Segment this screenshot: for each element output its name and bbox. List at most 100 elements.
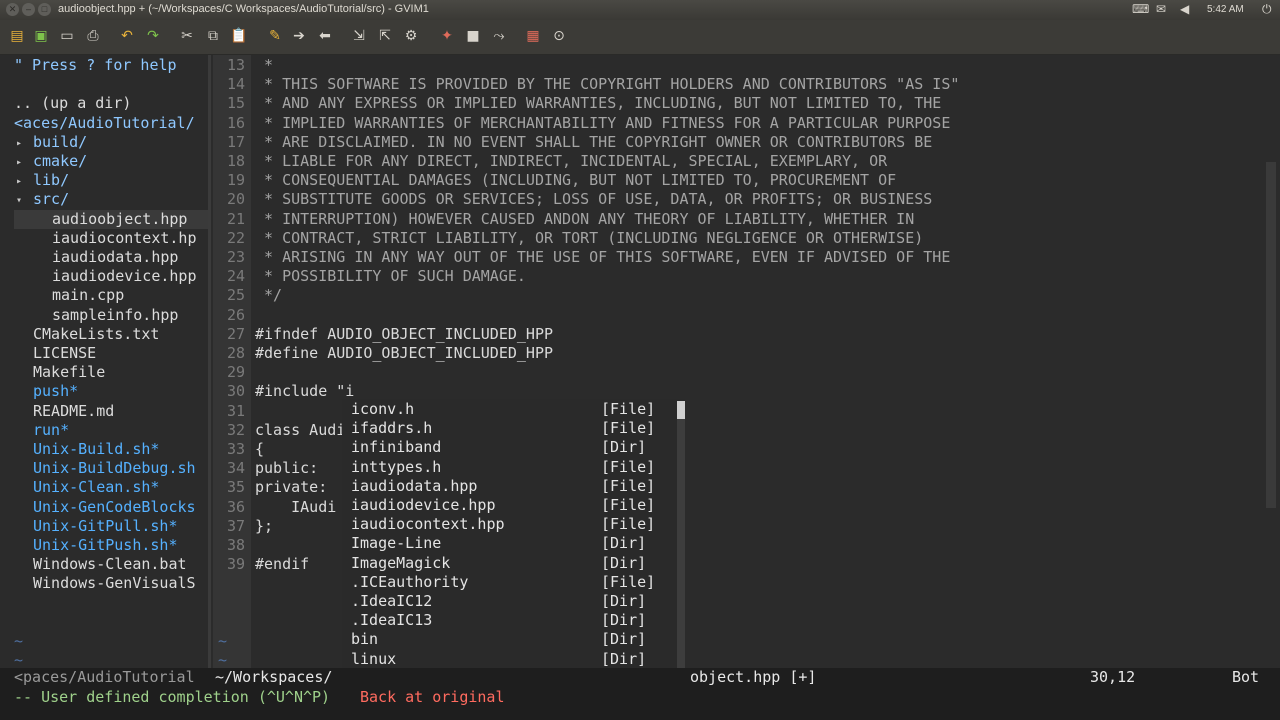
tree-file-item[interactable]: LICENSE	[33, 344, 96, 363]
completion-item[interactable]: ImageMagick [Dir]	[342, 554, 675, 573]
tree-file-item[interactable]: CMakeLists.txt	[33, 325, 159, 344]
print-icon[interactable]: ⎙	[84, 27, 102, 45]
expand-arrow-icon[interactable]: ▸	[16, 153, 22, 172]
completion-item[interactable]: inttypes.h [File]	[342, 458, 675, 477]
code-line[interactable]: * AND ANY EXPRESS OR IMPLIED WARRANTIES,…	[255, 94, 941, 113]
clock[interactable]: 5:42 AM	[1207, 4, 1244, 15]
cut-icon[interactable]: ✂	[178, 27, 196, 45]
code-line[interactable]: * ARISING IN ANY WAY OUT OF THE USE OF T…	[255, 248, 950, 267]
up-dir-item[interactable]: .. (up a dir)	[14, 94, 131, 113]
tree-dir-item[interactable]: cmake/	[33, 152, 87, 171]
expand-arrow-icon[interactable]: ▾	[16, 191, 22, 210]
run-ctags-icon[interactable]: ■	[464, 27, 482, 45]
save-session-icon[interactable]: ⇱	[376, 27, 394, 45]
code-line[interactable]: * INTERRUPTION) HOWEVER CAUSED ANDON ANY…	[255, 210, 914, 229]
code-line[interactable]: *	[255, 56, 273, 75]
tree-file-item[interactable]: Unix-Clean.sh*	[33, 478, 159, 497]
minimize-window-button[interactable]: –	[22, 3, 35, 16]
volume-icon[interactable]: ◀	[1180, 2, 1189, 16]
window-separator[interactable]	[208, 55, 211, 672]
tree-file-item[interactable]: Unix-GitPull.sh*	[33, 517, 178, 536]
save-icon[interactable]: ▣	[32, 27, 50, 45]
paste-icon[interactable]: 📋	[230, 27, 248, 45]
help-icon[interactable]: ▦	[524, 27, 542, 45]
maximize-window-button[interactable]: □	[38, 3, 51, 16]
completion-item[interactable]: ifaddrs.h [File]	[342, 419, 675, 438]
completion-item[interactable]: linux [Dir]	[342, 650, 675, 669]
power-icon[interactable]: ⏻	[1262, 2, 1272, 17]
code-line[interactable]: private:	[255, 478, 327, 497]
completion-item[interactable]: iconv.h [File]	[342, 400, 675, 419]
completion-popup[interactable]: video[Dir]linux[Dir]bin[Dir].IdeaIC13[Di…	[342, 399, 685, 688]
code-line[interactable]: #include "i	[255, 382, 354, 401]
code-line[interactable]: #endif	[255, 555, 309, 574]
code-line[interactable]: * THIS SOFTWARE IS PROVIDED BY THE COPYR…	[255, 75, 959, 94]
code-line[interactable]: IAudi	[255, 498, 336, 517]
code-line[interactable]: #ifndef AUDIO_OBJECT_INCLUDED_HPP	[255, 325, 553, 344]
undo-icon[interactable]: ↶	[118, 27, 136, 45]
tree-file-item[interactable]: README.md	[33, 402, 114, 421]
make-icon[interactable]: ✦	[438, 27, 456, 45]
tree-file-item[interactable]: iaudiocontext.hp	[52, 229, 197, 248]
tree-file-item[interactable]: audioobject.hpp	[14, 209, 208, 229]
tree-file-item[interactable]: Makefile	[33, 363, 105, 382]
copy-icon[interactable]: ⧉	[204, 27, 222, 45]
tree-file-item[interactable]: push*	[33, 382, 78, 401]
expand-arrow-icon[interactable]: ▸	[16, 172, 22, 191]
find-next-icon[interactable]: ➔	[290, 27, 308, 45]
code-line[interactable]: * SUBSTITUTE GOODS OR SERVICES; LOSS OF …	[255, 190, 932, 209]
load-session-icon[interactable]: ⇲	[350, 27, 368, 45]
tree-dir-item[interactable]: build/	[33, 133, 87, 152]
replace-icon[interactable]: ✎	[266, 27, 284, 45]
completion-item[interactable]: iaudiocontext.hpp [File]	[342, 515, 675, 534]
code-line[interactable]: class Audi	[255, 421, 345, 440]
jump-tag-icon[interactable]: ⤳	[490, 27, 508, 45]
tree-file-item[interactable]: iaudiodevice.hpp	[52, 267, 197, 286]
tree-file-item[interactable]: Unix-Build.sh*	[33, 440, 159, 459]
completion-item[interactable]: iaudiodevice.hpp [File]	[342, 496, 675, 515]
code-line[interactable]: #define AUDIO_OBJECT_INCLUDED_HPP	[255, 344, 553, 363]
completion-item[interactable]: bin [Dir]	[342, 630, 675, 649]
completion-item[interactable]: infiniband [Dir]	[342, 438, 675, 457]
keyboard-icon[interactable]: ⌨	[1132, 2, 1149, 16]
code-line[interactable]: {	[255, 440, 264, 459]
save-all-icon[interactable]: ▭	[58, 27, 76, 45]
editor-scrollbar[interactable]	[1266, 162, 1276, 508]
code-line[interactable]: * POSSIBILITY OF SUCH DAMAGE.	[255, 267, 526, 286]
close-window-button[interactable]: ✕	[6, 3, 19, 16]
tree-dir-item[interactable]: lib/	[33, 171, 69, 190]
code-line[interactable]: };	[255, 517, 273, 536]
tree-file-item[interactable]: iaudiodata.hpp	[52, 248, 178, 267]
redo-icon[interactable]: ↷	[144, 27, 162, 45]
completion-item[interactable]: Image-Line [Dir]	[342, 534, 675, 553]
completion-item[interactable]: iaudiodata.hpp [File]	[342, 477, 675, 496]
code-line[interactable]: public:	[255, 459, 318, 478]
tree-file-item[interactable]: Unix-GitPush.sh*	[33, 536, 178, 555]
code-line[interactable]: */	[255, 286, 282, 305]
tree-root[interactable]: <aces/AudioTutorial/	[14, 114, 195, 133]
mail-icon[interactable]: ✉	[1156, 2, 1166, 16]
popup-scrollbar[interactable]	[677, 401, 685, 688]
expand-arrow-icon[interactable]: ▸	[16, 134, 22, 153]
code-line[interactable]: * LIABLE FOR ANY DIRECT, INDIRECT, INCID…	[255, 152, 887, 171]
tree-file-item[interactable]: sampleinfo.hpp	[52, 306, 178, 325]
code-line[interactable]: * IMPLIED WARRANTIES OF MERCHANTABILITY …	[255, 114, 950, 133]
find-previous-icon[interactable]: ⬅	[316, 27, 334, 45]
tree-dir-item[interactable]: src/	[33, 190, 69, 209]
completion-item[interactable]: .IdeaIC12 [Dir]	[342, 592, 675, 611]
completion-item[interactable]: .IdeaIC13 [Dir]	[342, 611, 675, 630]
code-line[interactable]: * CONSEQUENTIAL DAMAGES (INCLUDING, BUT …	[255, 171, 896, 190]
code-line[interactable]: * CONTRACT, STRICT LIABILITY, OR TORT (I…	[255, 229, 923, 248]
popup-scrollbar-thumb[interactable]	[677, 401, 685, 419]
find-help-icon[interactable]: ⊙	[550, 27, 568, 45]
editor-area[interactable]: " Press ? for help .. (up a dir) <aces/Aud…	[0, 55, 1280, 720]
run-script-icon[interactable]: ⚙	[402, 27, 420, 45]
tree-file-item[interactable]: Windows-GenVisualS	[33, 574, 196, 593]
open-file-icon[interactable]: ▤	[8, 27, 26, 45]
tree-file-item[interactable]: main.cpp	[52, 286, 124, 305]
completion-item[interactable]: .ICEauthority [File]	[342, 573, 675, 592]
tree-file-item[interactable]: Unix-BuildDebug.sh	[33, 459, 196, 478]
tree-file-item[interactable]: Unix-GenCodeBlocks	[33, 498, 196, 517]
tree-file-item[interactable]: run*	[33, 421, 69, 440]
code-line[interactable]: * ARE DISCLAIMED. IN NO EVENT SHALL THE …	[255, 133, 932, 152]
